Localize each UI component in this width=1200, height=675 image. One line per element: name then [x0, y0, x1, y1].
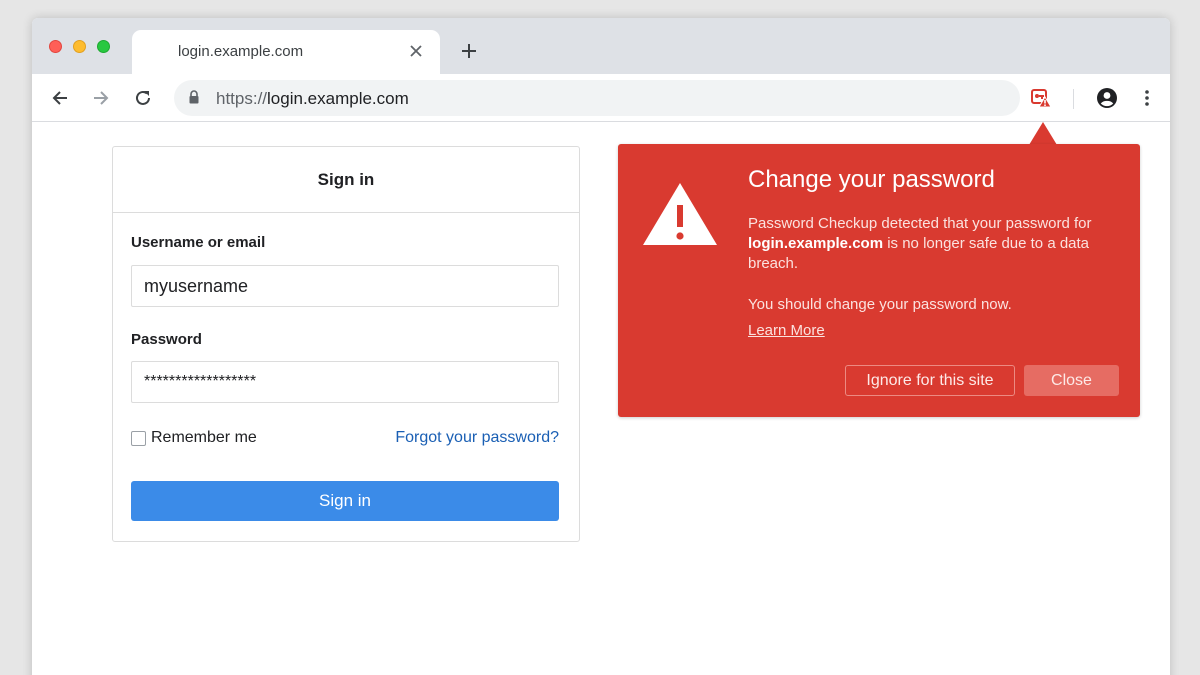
more-menu-icon[interactable]: [1134, 85, 1160, 111]
browser-window: login.example.com https://login.example.…: [32, 18, 1170, 675]
url-text: https://login.example.com: [216, 89, 409, 109]
url-scheme: https://: [216, 89, 268, 108]
forward-arrow-icon[interactable]: [88, 85, 114, 111]
forgot-password-link[interactable]: Forgot your password?: [395, 429, 559, 447]
password-input[interactable]: ******************: [131, 361, 559, 403]
warning-triangle-icon: [640, 179, 720, 254]
address-bar[interactable]: https://login.example.com: [174, 80, 1020, 116]
new-tab-plus-icon[interactable]: [456, 38, 482, 64]
sign-in-card: Sign in Username or email myusername Pas…: [112, 146, 580, 542]
reload-icon[interactable]: [130, 85, 156, 111]
remember-me[interactable]: Remember me: [131, 429, 257, 447]
alert-body-site: login.example.com: [748, 235, 884, 252]
alert-action-text: You should change your password now.: [748, 296, 1012, 313]
tab-title: login.example.com: [178, 43, 304, 60]
account-avatar-icon[interactable]: [1094, 85, 1120, 111]
back-arrow-icon[interactable]: [47, 85, 73, 111]
alert-title: Change your password: [748, 166, 995, 193]
ignore-for-site-button[interactable]: Ignore for this site: [845, 365, 1015, 396]
lock-icon: [188, 90, 200, 110]
tab-strip: login.example.com: [32, 18, 1170, 74]
minimize-window-button[interactable]: [73, 40, 86, 53]
browser-toolbar: https://login.example.com: [32, 74, 1170, 122]
tab-login[interactable]: login.example.com: [132, 30, 440, 74]
maximize-window-button[interactable]: [97, 40, 110, 53]
password-warning-key-icon[interactable]: [1028, 85, 1054, 111]
password-label: Password: [131, 331, 202, 348]
close-alert-button[interactable]: Close: [1024, 365, 1119, 396]
url-host: login.example.com: [267, 89, 409, 108]
close-window-button[interactable]: [49, 40, 62, 53]
alert-body: Password Checkup detected that your pass…: [748, 214, 1118, 274]
toolbar-divider: [1073, 89, 1074, 109]
username-input[interactable]: myusername: [131, 265, 559, 307]
sign-in-button[interactable]: Sign in: [131, 481, 559, 521]
remember-me-label: Remember me: [151, 429, 257, 446]
close-tab-icon[interactable]: [404, 39, 428, 63]
learn-more-link[interactable]: Learn More: [748, 322, 825, 339]
alert-bubble-pointer: [1029, 122, 1057, 145]
remember-me-checkbox[interactable]: [131, 430, 146, 446]
username-label: Username or email: [131, 234, 266, 251]
alert-body-prefix: Password Checkup detected that your pass…: [748, 215, 1092, 232]
sign-in-heading: Sign in: [113, 147, 579, 213]
password-alert-bubble: Change your password Password Checkup de…: [618, 144, 1140, 417]
